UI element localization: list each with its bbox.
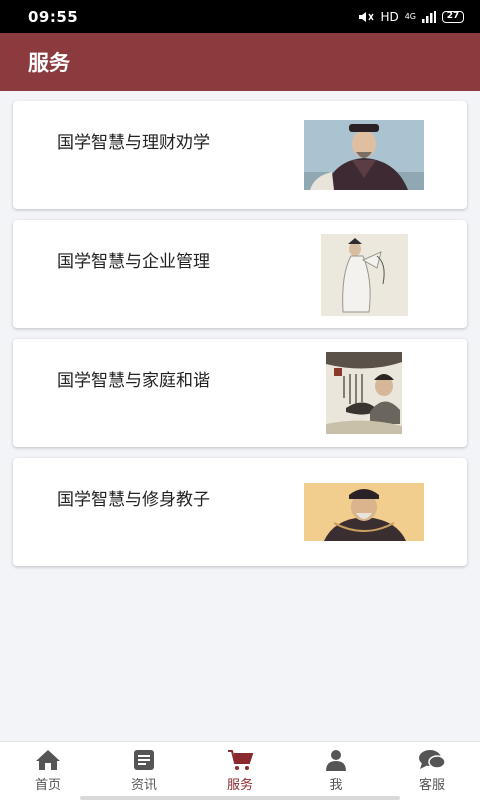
- nav-item-customer-service[interactable]: 客服: [384, 742, 480, 800]
- service-card-image: [326, 352, 402, 434]
- bottom-nav: 首页 资讯 服务 我 客服: [0, 741, 480, 800]
- service-card-finance[interactable]: 国学智慧与理财劝学: [13, 101, 467, 209]
- service-card-business[interactable]: 国学智慧与企业管理: [13, 220, 467, 328]
- page-title: 服务: [28, 51, 70, 75]
- nav-item-service[interactable]: 服务: [192, 742, 288, 800]
- service-card-image: [304, 483, 424, 541]
- nav-item-home[interactable]: 首页: [0, 742, 96, 800]
- service-card-family[interactable]: 国学智慧与家庭和谐: [13, 339, 467, 447]
- service-list: 国学智慧与理财劝学 国学智慧与企业管理 国学智慧与家庭和谐 国学智慧与修身教子: [0, 91, 480, 741]
- service-card-image: [321, 234, 408, 316]
- nav-item-news[interactable]: 资讯: [96, 742, 192, 800]
- service-card-title: 国学智慧与修身教子: [57, 490, 210, 510]
- app-bar: 服务: [0, 33, 480, 91]
- nav-label: 资讯: [130, 778, 157, 793]
- news-icon: [133, 749, 155, 771]
- nav-label: 首页: [34, 778, 61, 793]
- status-time: 09:55: [28, 7, 79, 26]
- service-card-title: 国学智慧与理财劝学: [57, 133, 210, 153]
- cart-icon: [227, 749, 253, 771]
- service-card-title: 国学智慧与企业管理: [57, 252, 210, 272]
- home-indicator: [80, 796, 400, 800]
- nav-label: 客服: [418, 778, 445, 793]
- chat-icon: [418, 749, 446, 771]
- nav-label: 我: [329, 778, 343, 793]
- service-card-image: [304, 120, 424, 190]
- battery-icon: 27: [442, 10, 464, 23]
- user-icon: [325, 749, 347, 771]
- status-bar: 09:55 HD 4G 27: [0, 0, 480, 33]
- home-icon: [35, 749, 61, 771]
- nav-item-me[interactable]: 我: [288, 742, 384, 800]
- mute-icon: [358, 11, 375, 23]
- network-label: HD: [380, 9, 399, 24]
- service-card-title: 国学智慧与家庭和谐: [57, 371, 210, 391]
- signal-icon: [422, 10, 436, 23]
- nav-label: 服务: [226, 778, 253, 793]
- service-card-self-cultivation[interactable]: 国学智慧与修身教子: [13, 458, 467, 566]
- signal-type-label: 4G: [404, 12, 416, 21]
- status-icons: HD 4G 27: [358, 10, 464, 24]
